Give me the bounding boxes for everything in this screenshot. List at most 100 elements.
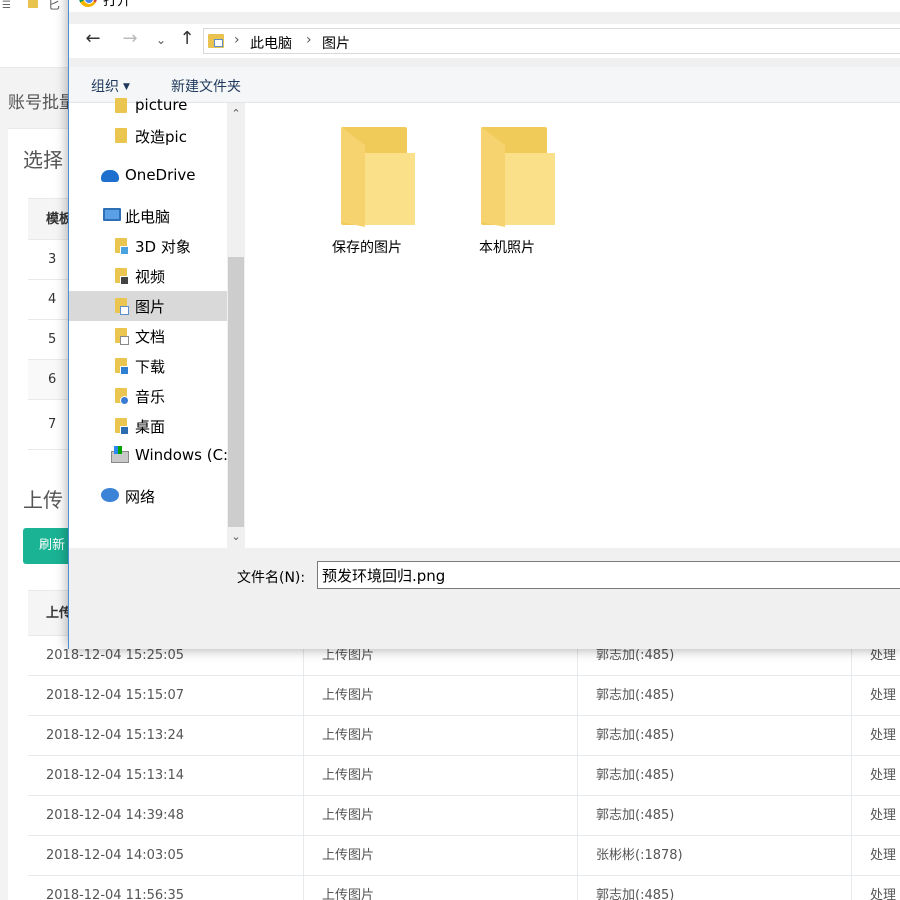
forward-arrow-icon[interactable]: → <box>118 28 142 49</box>
table-row: 2018-12-04 11:56:35 上传图片 郭志加(:485) 处理 <box>28 876 900 900</box>
dialog-titlebar[interactable]: 打开 <box>69 0 900 12</box>
path-segment-this-pc[interactable]: 此电脑 <box>250 33 292 53</box>
tree-item-label: 下载 <box>135 358 166 376</box>
folder-item-saved-pictures[interactable]: 保存的图片 <box>307 125 427 265</box>
tree-item-3d-objects[interactable]: 3D 对象 <box>69 231 227 261</box>
log-action: 上传图片 <box>304 836 578 875</box>
tree-item-this-pc[interactable]: 此电脑 <box>69 201 227 231</box>
tree-item-label: OneDrive <box>125 166 196 184</box>
up-arrow-icon[interactable]: ↑ <box>175 28 199 49</box>
video-icon <box>115 268 129 285</box>
log-action: 上传图片 <box>304 756 578 795</box>
log-user: 郭志加(:485) <box>578 876 852 900</box>
scrollbar-thumb[interactable] <box>228 257 244 527</box>
tree-item-label: 网络 <box>125 488 156 506</box>
tree-item-gaizao-pic[interactable]: 改造pic <box>69 121 227 151</box>
log-action: 上传图片 <box>304 716 578 755</box>
dialog-footer: 文件名(N): <box>69 548 900 649</box>
filename-input[interactable] <box>317 561 900 589</box>
tree-item-network[interactable]: 网络 <box>69 481 227 511</box>
table-row: 2018-12-04 15:13:24 上传图片 郭志加(:485) 处理 <box>28 716 900 756</box>
log-action: 上传图片 <box>304 876 578 900</box>
log-process-link[interactable]: 处理 <box>852 676 900 715</box>
tree-item-label: 此电脑 <box>125 208 171 226</box>
path-separator-icon[interactable]: › <box>306 32 312 48</box>
drive-icon <box>111 446 129 463</box>
folder-icon <box>115 98 127 113</box>
section-title-upload: 上传 <box>23 488 63 512</box>
folder-label: 保存的图片 <box>332 240 402 256</box>
tree-item-desktop[interactable]: 桌面 <box>69 411 227 441</box>
tree-item-label: 视频 <box>135 268 166 286</box>
log-time: 2018-12-04 14:39:48 <box>28 796 304 835</box>
folder-label: 本机照片 <box>479 240 535 256</box>
page-title: 账号批量 <box>8 93 76 113</box>
tree-item-label: 桌面 <box>135 418 166 436</box>
address-bar[interactable]: › 此电脑 › 图片 <box>203 28 900 54</box>
documents-icon <box>115 328 129 345</box>
menu-icon[interactable]: ☰ <box>2 0 11 11</box>
tree-item-onedrive[interactable]: OneDrive <box>69 161 227 191</box>
back-arrow-icon[interactable]: ← <box>81 28 105 49</box>
pictures-icon <box>115 298 129 315</box>
tree-item-windows-c[interactable]: Windows (C:) <box>69 441 234 471</box>
cloud-icon <box>101 170 119 182</box>
tree-item-label: picture <box>135 96 188 114</box>
tree-item-label: 音乐 <box>135 388 166 406</box>
path-separator-icon[interactable]: › <box>234 32 240 48</box>
log-process-link[interactable]: 处理 <box>852 876 900 900</box>
table-row: 2018-12-04 15:15:07 上传图片 郭志加(:485) 处理 <box>28 676 900 716</box>
scroll-up-icon[interactable]: ⌃ <box>227 105 245 123</box>
tree-item-label: Windows (C:) <box>135 446 234 464</box>
desktop-icon <box>115 418 129 435</box>
log-time: 2018-12-04 11:56:35 <box>28 876 304 900</box>
dialog-title: 打开 <box>103 0 131 9</box>
music-icon <box>115 388 129 405</box>
table-row: 2018-12-04 14:03:05 上传图片 张彬彬(:1878) 处理 <box>28 836 900 876</box>
filename-label: 文件名(N): <box>237 570 306 586</box>
tree-item-videos[interactable]: 视频 <box>69 261 227 291</box>
tree-item-music[interactable]: 音乐 <box>69 381 227 411</box>
tree-item-downloads[interactable]: 下载 <box>69 351 227 381</box>
navigation-scrollbar[interactable]: ⌃ ⌄ <box>227 103 245 548</box>
table-row: 2018-12-04 14:39:48 上传图片 郭志加(:485) 处理 <box>28 796 900 836</box>
path-segment-pictures[interactable]: 图片 <box>322 33 350 53</box>
log-time: 2018-12-04 14:03:05 <box>28 836 304 875</box>
folder-item-camera-roll[interactable]: 本机照片 <box>447 125 567 265</box>
log-process-link[interactable]: 处理 <box>852 836 900 875</box>
log-user: 郭志加(:485) <box>578 796 852 835</box>
log-action: 上传图片 <box>304 676 578 715</box>
section-title-select: 选择 <box>23 148 63 172</box>
log-time: 2018-12-04 15:15:07 <box>28 676 304 715</box>
folder-icon <box>115 128 127 143</box>
tree-item-label: 3D 对象 <box>135 238 191 256</box>
log-user: 张彬彬(:1878) <box>578 836 852 875</box>
3d-objects-icon <box>115 238 129 255</box>
log-process-link[interactable]: 处理 <box>852 756 900 795</box>
tree-item-label: 改造pic <box>135 128 187 146</box>
tree-item-label: 图片 <box>135 298 166 316</box>
tree-item-pictures[interactable]: 图片 <box>69 291 227 321</box>
open-file-dialog: 打开 ← → ⌄ ↑ › 此电脑 › 图片 组织 ▼ 新建文件夹 picture … <box>68 0 900 649</box>
downloads-icon <box>115 358 129 375</box>
log-time: 2018-12-04 15:13:24 <box>28 716 304 755</box>
file-list-pane: 保存的图片 本机照片 <box>247 103 900 548</box>
log-process-link[interactable]: 处理 <box>852 716 900 755</box>
bookmark-folder-icon[interactable] <box>28 0 38 8</box>
log-action: 上传图片 <box>304 796 578 835</box>
log-user: 郭志加(:485) <box>578 676 852 715</box>
navigation-bar: ← → ⌄ ↑ › 此电脑 › 图片 <box>69 24 900 58</box>
tree-item-label: 文档 <box>135 328 166 346</box>
computer-icon <box>103 208 121 221</box>
log-process-link[interactable]: 处理 <box>852 796 900 835</box>
table-row: 2018-12-04 15:13:14 上传图片 郭志加(:485) 处理 <box>28 756 900 796</box>
scroll-down-icon[interactable]: ⌄ <box>227 528 245 546</box>
tree-item-documents[interactable]: 文档 <box>69 321 227 351</box>
navigation-pane: picture 改造pic OneDrive 此电脑 3D 对象 视频 图片 文… <box>69 96 247 548</box>
chrome-icon <box>79 0 97 7</box>
log-user: 郭志加(:485) <box>578 716 852 755</box>
tree-item-picture[interactable]: picture <box>69 91 227 121</box>
log-user: 郭志加(:485) <box>578 756 852 795</box>
recent-locations-chevron-icon[interactable]: ⌄ <box>149 33 173 47</box>
log-time: 2018-12-04 15:13:14 <box>28 756 304 795</box>
